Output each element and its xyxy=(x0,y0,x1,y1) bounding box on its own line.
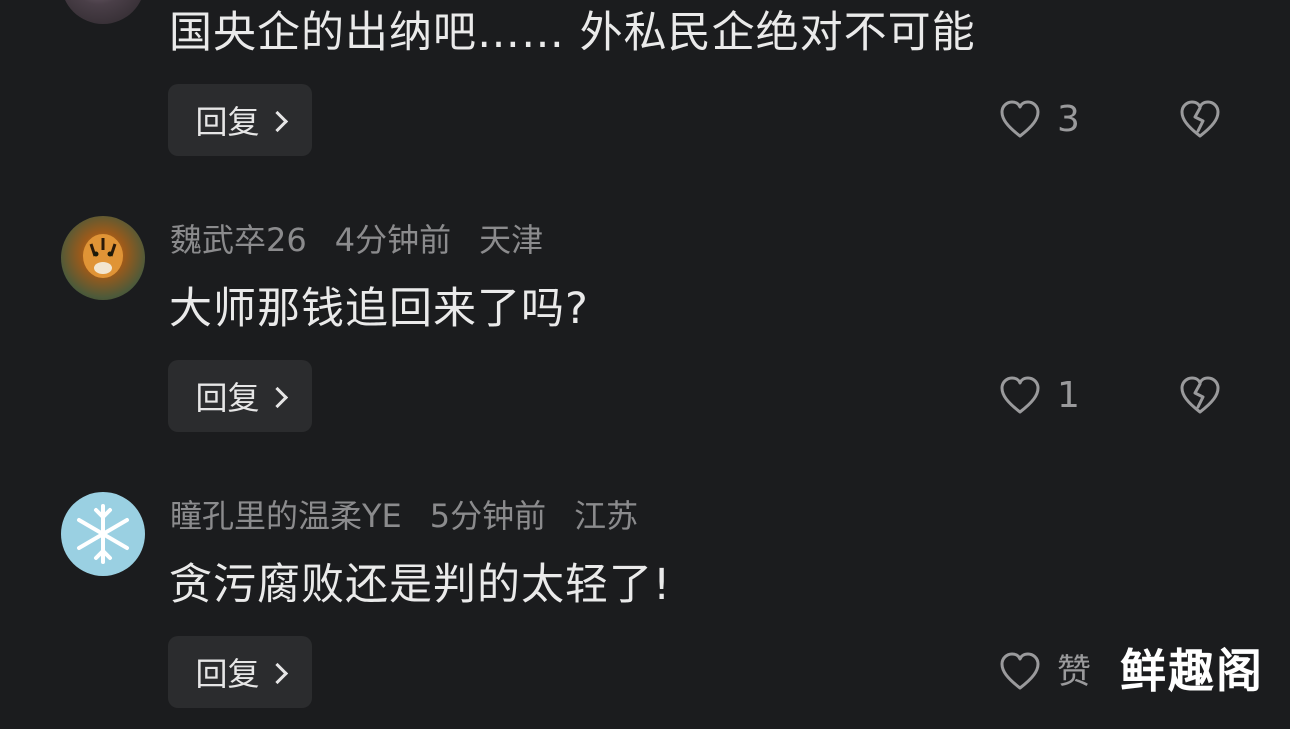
author-name[interactable]: 瞳孔里的温柔YE xyxy=(170,497,402,535)
comment-meta: 魏武卒26 4分钟前 天津 xyxy=(170,224,571,256)
like-count: 1 xyxy=(1057,375,1080,416)
avatar[interactable] xyxy=(61,492,145,576)
broken-heart-icon xyxy=(1180,100,1220,138)
location: 天津 xyxy=(479,221,544,259)
dislike-button[interactable] xyxy=(1178,100,1222,144)
timestamp: 4分钟前 xyxy=(334,221,452,259)
comment-text: 贪污腐败还是判的太轻了! xyxy=(169,560,672,610)
like-button[interactable]: 1 xyxy=(999,376,1080,416)
like-button[interactable]: 赞 xyxy=(999,652,1091,692)
timestamp: 5分钟前 xyxy=(429,497,547,535)
comment-text: 国央企的出纳吧…… 外私民企绝对不可能 xyxy=(169,8,976,58)
chevron-right-icon xyxy=(266,110,288,132)
heart-icon xyxy=(1000,100,1040,138)
reply-button[interactable]: 回复 xyxy=(168,636,312,708)
reply-button[interactable]: 回复 xyxy=(168,360,312,432)
snowflake-icon xyxy=(77,504,129,564)
comment-meta: 瞳孔里的温柔YE 5分钟前 江苏 xyxy=(170,500,666,532)
reply-label: 回复 xyxy=(195,103,260,141)
reply-button[interactable]: 回复 xyxy=(168,84,312,156)
like-count: 赞 xyxy=(1057,652,1091,692)
heart-icon xyxy=(1000,376,1040,414)
location: 江苏 xyxy=(574,497,639,535)
author-name[interactable]: 魏武卒26 xyxy=(170,221,307,259)
chevron-right-icon xyxy=(266,662,288,684)
chevron-right-icon xyxy=(266,386,288,408)
dislike-button[interactable] xyxy=(1178,376,1222,420)
comment-text: 大师那钱追回来了吗? xyxy=(169,284,589,334)
avatar[interactable] xyxy=(61,216,145,300)
avatar[interactable] xyxy=(61,0,145,24)
heart-icon xyxy=(1000,652,1040,690)
reply-label: 回复 xyxy=(195,379,260,417)
broken-heart-icon xyxy=(1180,376,1220,414)
like-button[interactable]: 3 xyxy=(999,100,1080,140)
like-count: 3 xyxy=(1057,99,1080,140)
reply-label: 回复 xyxy=(195,655,260,693)
watermark: 鲜趣阁 xyxy=(1120,644,1264,698)
